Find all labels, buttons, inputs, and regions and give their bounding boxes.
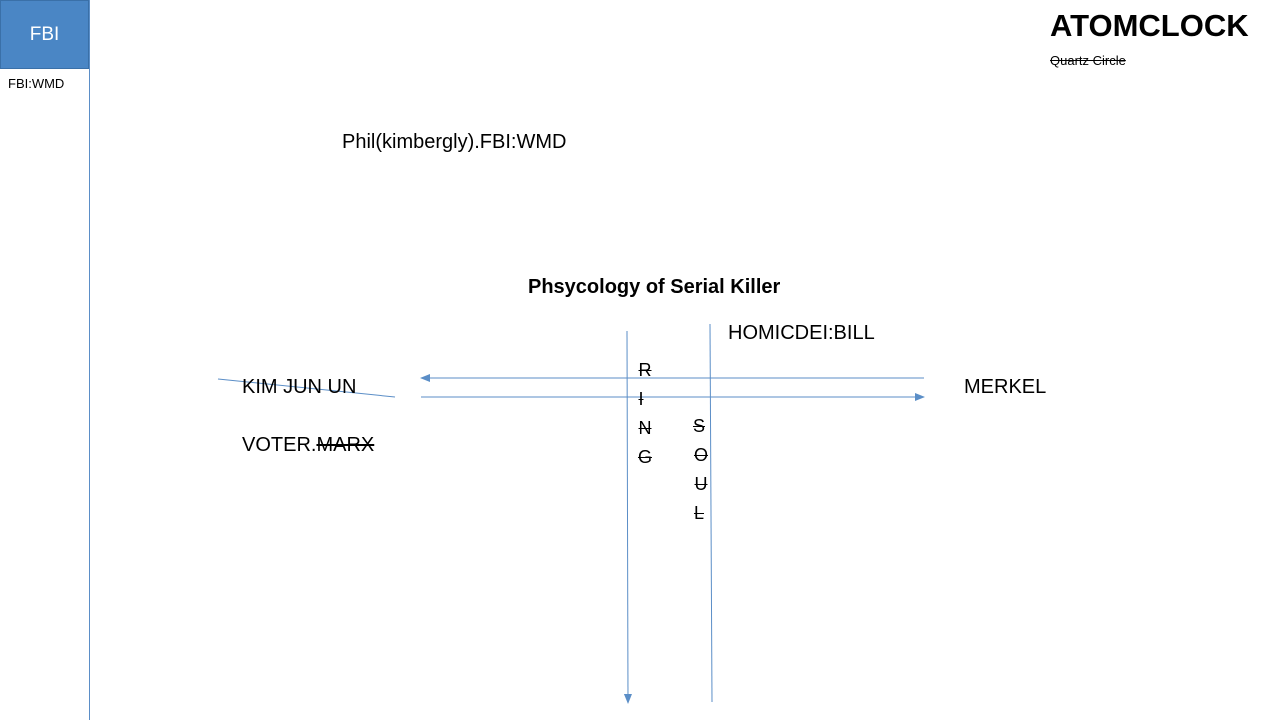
diagram-heading: Phsycology of Serial Killer [528,276,781,298]
ring-letter: I [638,389,644,409]
voter-struck-text: MARX [316,434,375,456]
soul-letter: U [694,474,708,494]
voter-marx-label: VOTER.MARX [242,434,374,457]
ring-letter: N [638,418,652,438]
arrow-down [623,330,632,704]
ring-letter: R [638,360,652,380]
ring-letter: G [637,447,652,467]
soul-letter: S [692,416,705,436]
kim-jun-un-label: KIM JUN UN [242,376,357,398]
phil-label: Phil(kimbergly).FBI:WMD [342,131,567,153]
soul-letter: O [693,445,708,465]
vertical-line [709,323,713,703]
merkel-label: MERKEL [964,376,1047,398]
soul-letter: L [693,503,704,523]
voter-prefix: VOTER. [242,434,317,456]
homicide-bill-label: HOMICDEI:BILL [728,322,875,344]
